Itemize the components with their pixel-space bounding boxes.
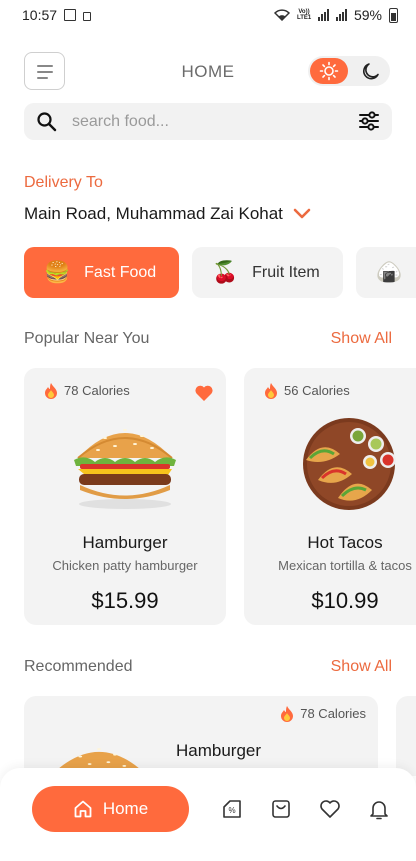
search-bar <box>24 103 392 140</box>
svg-text:%: % <box>228 806 235 815</box>
category-rice-ball[interactable]: 🍙 <box>356 247 416 298</box>
search-input[interactable] <box>72 103 342 140</box>
bell-icon[interactable] <box>368 798 390 820</box>
nav-home-button[interactable]: Home <box>32 786 189 832</box>
signal-icon-2 <box>335 9 347 21</box>
calories-text: 78 Calories <box>300 706 366 721</box>
gallery-notification-icon <box>64 9 77 21</box>
food-price: $15.99 <box>91 588 159 613</box>
dark-mode-button[interactable] <box>358 59 384 83</box>
popular-show-all-link[interactable]: Show All <box>331 330 392 348</box>
signal-icon <box>317 9 329 21</box>
calories: 56 Calories <box>264 382 350 399</box>
hamburger-image <box>74 429 176 509</box>
food-description: Chicken patty hamburger <box>52 558 198 573</box>
heart-icon[interactable] <box>319 798 341 820</box>
delivery-address: Main Road, Muhammad Zai Kohat <box>24 204 283 223</box>
theme-toggle[interactable] <box>308 56 390 86</box>
category-fast-food[interactable]: 🍔 Fast Food <box>24 247 179 298</box>
delivery-address-selector[interactable]: Main Road, Muhammad Zai Kohat <box>24 204 311 224</box>
heart-filled-icon[interactable] <box>194 384 214 402</box>
discount-tag-icon[interactable]: % <box>221 798 243 820</box>
volte-label: Vo)) LTE1 <box>296 9 312 21</box>
recommended-list: 78 Calories Hamburger <box>24 696 416 776</box>
calories: 78 Calories <box>44 382 130 399</box>
food-name: Hamburger <box>82 533 168 552</box>
recommended-card-next[interactable] <box>396 696 416 776</box>
calories-text: 56 Calories <box>284 383 350 398</box>
fire-icon <box>281 706 294 722</box>
chevron-down-icon <box>293 208 311 219</box>
rice-ball-icon: 🍙 <box>376 260 403 284</box>
status-left: 10:57 <box>22 7 92 23</box>
food-name: Hot Tacos <box>307 533 383 552</box>
status-bar: 10:57 Vo)) LTE1 59% <box>0 0 416 30</box>
bottom-nav: Home % <box>0 768 416 861</box>
status-right: Vo)) LTE1 59% <box>273 7 398 23</box>
sun-icon <box>319 61 339 81</box>
recommended-card-hamburger[interactable]: 78 Calories Hamburger <box>24 696 378 776</box>
search-icon[interactable] <box>36 111 57 132</box>
battery-percent: 59% <box>353 7 382 23</box>
food-price: $10.99 <box>311 588 379 613</box>
recommended-show-all-link[interactable]: Show All <box>331 658 392 676</box>
food-card-hot-tacos[interactable]: 56 Calories Hot Tacos Mexican tortilla &… <box>244 368 416 625</box>
recommended-title: Recommended <box>24 658 133 675</box>
header: HOME <box>24 52 392 90</box>
category-label: Fast Food <box>84 263 157 281</box>
status-time: 10:57 <box>22 7 58 23</box>
shopping-bag-icon[interactable] <box>270 798 292 820</box>
category-list: 🍔 Fast Food 🍒 Fruit Item 🍙 <box>24 247 416 298</box>
fire-icon <box>265 383 277 399</box>
cherry-icon: 🍒 <box>212 260 239 284</box>
category-fruit-item[interactable]: 🍒 Fruit Item <box>192 247 343 298</box>
nav-home-label: Home <box>102 799 149 818</box>
moon-icon <box>363 63 379 80</box>
fire-icon <box>45 383 57 399</box>
popular-title: Popular Near You <box>24 330 150 347</box>
menu-icon-line <box>37 77 48 79</box>
category-label: Fruit Item <box>252 263 320 281</box>
home-icon <box>74 800 92 818</box>
tacos-image <box>303 418 396 510</box>
light-mode-button[interactable] <box>310 58 348 84</box>
burger-icon: 🍔 <box>44 260 71 284</box>
filter-icon[interactable] <box>358 111 380 131</box>
menu-icon <box>37 65 53 67</box>
calories: 78 Calories <box>280 705 366 722</box>
menu-icon-line <box>37 71 53 73</box>
delivery-label: Delivery To <box>24 174 103 191</box>
menu-button[interactable] <box>24 52 65 90</box>
wifi-icon <box>273 9 290 21</box>
lock-notification-icon <box>83 12 92 21</box>
popular-list: 78 Calories Hamburger Chicken patty hamb… <box>24 368 416 625</box>
calories-text: 78 Calories <box>64 383 130 398</box>
food-description: Mexican tortilla & tacos <box>278 558 412 573</box>
battery-icon <box>389 7 398 23</box>
food-card-hamburger[interactable]: 78 Calories Hamburger Chicken patty hamb… <box>24 368 226 625</box>
food-name: Hamburger <box>176 741 262 760</box>
page-title: HOME <box>181 62 235 81</box>
